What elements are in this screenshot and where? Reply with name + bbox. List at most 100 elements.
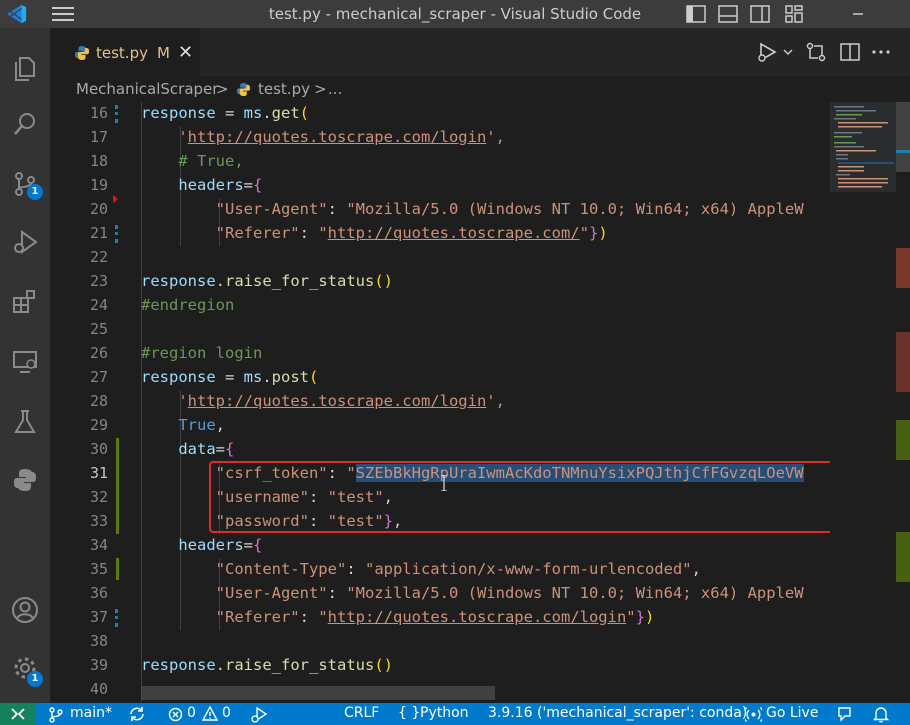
git-branch[interactable]: main* xyxy=(70,705,112,721)
brackets-icon[interactable]: { } xyxy=(398,705,420,721)
error-count[interactable]: 0 xyxy=(187,705,196,721)
code-editor[interactable]: 16 response = ms.get( 17 'http://quotes.… xyxy=(50,102,830,703)
run-python-file-icon[interactable] xyxy=(755,41,795,63)
manage-gear-icon[interactable]: 1 xyxy=(0,642,50,690)
code-line: 26 #region login xyxy=(50,342,830,366)
line-number: 27 xyxy=(89,368,108,386)
editor-tabs: test.py M ✕ xyxy=(50,28,910,76)
line-number: 25 xyxy=(89,320,108,338)
line-number: 34 xyxy=(89,536,108,554)
code-line: 27 response = ms.post( xyxy=(50,366,830,390)
sync-icon[interactable] xyxy=(128,706,146,722)
tab-test-py[interactable]: test.py M ✕ xyxy=(50,28,200,76)
overview-marker xyxy=(896,248,910,288)
open-changes-icon[interactable] xyxy=(805,41,827,63)
line-number: 19 xyxy=(89,176,108,194)
line-number: 18 xyxy=(89,152,108,170)
toggle-primary-sidebar-icon[interactable] xyxy=(686,4,706,24)
line-number: 36 xyxy=(89,584,108,602)
language-mode[interactable]: Python xyxy=(420,705,469,721)
python-file-icon xyxy=(75,46,89,60)
line-number: 39 xyxy=(89,656,108,674)
breadcrumb-file[interactable]: test.py xyxy=(258,80,310,98)
run-and-debug-icon[interactable] xyxy=(0,216,50,264)
code-line: 21 "Referer": "http://quotes.toscrape.co… xyxy=(50,222,830,246)
overview-marker xyxy=(896,532,910,582)
debug-run-icon[interactable] xyxy=(250,706,268,723)
line-number: 35 xyxy=(89,560,108,578)
remote-indicator[interactable] xyxy=(0,703,36,725)
minimap[interactable] xyxy=(830,102,896,703)
code-line: 24 #endregion xyxy=(50,294,830,318)
hamburger-menu-icon[interactable] xyxy=(52,6,74,22)
line-number: 16 xyxy=(89,104,108,122)
notifications-bell-icon[interactable] xyxy=(873,706,889,723)
toggle-secondary-sidebar-icon[interactable] xyxy=(750,4,770,24)
go-live-button[interactable]: Go Live xyxy=(766,705,818,721)
go-live-broadcast-icon[interactable] xyxy=(745,706,762,723)
code-line: 39 response.raise_for_status() xyxy=(50,654,830,678)
line-number: 23 xyxy=(89,272,108,290)
code-line: 20 "User-Agent": "Mozilla/5.0 (Windows N… xyxy=(50,198,830,222)
code-line: 25 xyxy=(50,318,830,342)
code-line: 28 'http://quotes.toscrape.com/login', xyxy=(50,390,830,414)
more-actions-icon[interactable] xyxy=(870,41,892,63)
error-icon[interactable] xyxy=(168,707,183,722)
line-number: 33 xyxy=(89,512,108,530)
code-line: 18 # True, xyxy=(50,150,830,174)
remote-explorer-icon[interactable] xyxy=(0,336,50,384)
window-title: test.py - mechanical_scraper - Visual St… xyxy=(268,5,642,23)
accounts-icon[interactable] xyxy=(0,584,50,632)
url-link[interactable]: http://quotes.toscrape.com/login xyxy=(188,392,487,410)
line-number: 40 xyxy=(89,680,108,698)
split-editor-icon[interactable] xyxy=(839,41,861,63)
horizontal-scrollbar[interactable] xyxy=(141,686,495,700)
scrollbar-thumb[interactable] xyxy=(896,102,910,172)
python-file-icon xyxy=(236,82,251,97)
text-cursor-icon xyxy=(441,475,447,491)
warning-icon[interactable] xyxy=(202,706,218,722)
warning-count[interactable]: 0 xyxy=(222,705,231,721)
breadcrumb-more[interactable]: ... xyxy=(328,80,342,98)
line-number: 20 xyxy=(89,200,108,218)
python-icon[interactable] xyxy=(0,454,50,502)
scm-badge: 1 xyxy=(27,184,43,200)
search-icon[interactable] xyxy=(0,98,50,146)
vscode-logo-icon[interactable] xyxy=(6,3,28,25)
source-control-icon[interactable]: 1 xyxy=(0,158,50,206)
line-number: 37 xyxy=(89,608,108,626)
git-branch-icon[interactable] xyxy=(48,707,64,723)
vertical-scrollbar[interactable] xyxy=(896,102,910,703)
highlight-annotation-box xyxy=(209,461,834,533)
code-line: 22 xyxy=(50,246,830,270)
code-line: 29 True, xyxy=(50,414,830,438)
url-link[interactable]: http://quotes.toscrape.com/login xyxy=(328,608,627,626)
url-link[interactable]: http://quotes.toscrape.com/ xyxy=(328,224,580,242)
tab-filename: test.py xyxy=(96,44,148,62)
line-number: 29 xyxy=(89,416,108,434)
line-number: 22 xyxy=(89,248,108,266)
overview-marker xyxy=(896,420,910,460)
line-number: 38 xyxy=(89,632,108,650)
line-number: 30 xyxy=(89,440,108,458)
settings-badge: 1 xyxy=(27,671,43,687)
status-bar: main* 0 0 CRLF { } Python 3.9.16 ('mecha… xyxy=(0,703,910,725)
url-link[interactable]: http://quotes.toscrape.com/login xyxy=(188,128,487,146)
code-line: 36 "User-Agent": "Mozilla/5.0 (Windows N… xyxy=(50,582,830,606)
python-interpreter[interactable]: 3.9.16 ('mechanical_scraper': conda) xyxy=(488,705,747,721)
customize-layout-icon[interactable] xyxy=(784,4,804,24)
overview-marker xyxy=(896,150,910,153)
activity-bar: 1 1 xyxy=(0,28,50,703)
tab-close-icon[interactable]: ✕ xyxy=(178,42,193,63)
feedback-icon[interactable] xyxy=(837,706,854,723)
minimize-icon[interactable] xyxy=(848,4,868,24)
breadcrumb-folder[interactable]: MechanicalScraper xyxy=(76,80,218,98)
line-number: 31 xyxy=(89,464,108,482)
testing-icon[interactable] xyxy=(0,396,50,444)
eol-indicator[interactable]: CRLF xyxy=(344,705,379,721)
line-number: 24 xyxy=(89,296,108,314)
toggle-panel-icon[interactable] xyxy=(718,4,738,24)
code-line: 34 headers={ xyxy=(50,534,830,558)
explorer-icon[interactable] xyxy=(0,42,50,90)
extensions-icon[interactable] xyxy=(0,276,50,324)
